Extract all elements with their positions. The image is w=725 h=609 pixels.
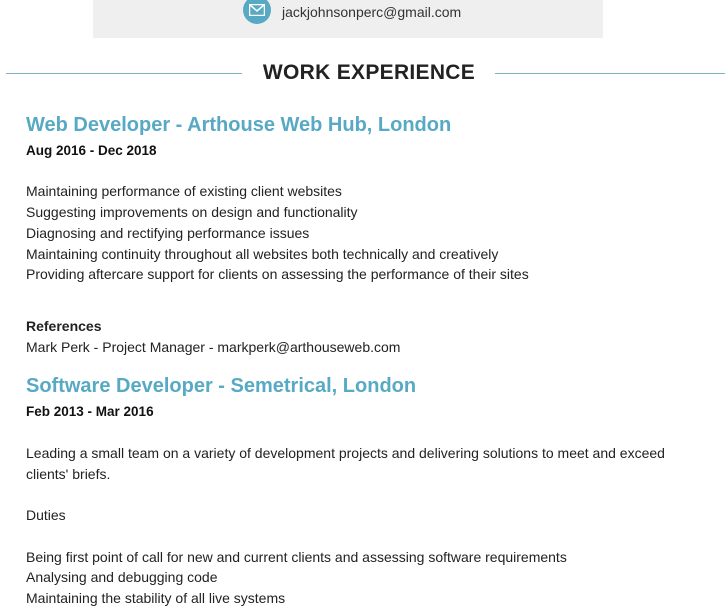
section-divider-left <box>6 73 242 74</box>
job-title: Software Developer - Semetrical, London <box>26 375 417 397</box>
duty-item: Maintaining the stability of all live sy… <box>26 590 286 606</box>
duty-item: Being first point of call for new and cu… <box>26 549 567 565</box>
contact-email[interactable]: jackjohnsonperc@gmail.com <box>282 4 461 20</box>
duty-item: Maintaining performance of existing clie… <box>26 183 342 199</box>
duty-item: Analysing and debugging code <box>26 569 218 585</box>
job-title: Web Developer - Arthouse Web Hub, London <box>26 114 452 136</box>
references-label: References <box>26 318 102 334</box>
duties-label: Duties <box>26 507 66 523</box>
reference-entry: Mark Perk - Project Manager - markperk@a… <box>26 339 401 355</box>
section-divider-right <box>495 73 725 74</box>
duty-item: Providing aftercare support for clients … <box>26 266 529 282</box>
duty-item: Maintaining continuity throughout all we… <box>26 246 499 262</box>
job-summary: clients' briefs. <box>26 466 111 482</box>
job-dates: Aug 2016 - Dec 2018 <box>26 143 157 158</box>
job-dates: Feb 2013 - Mar 2016 <box>26 404 154 419</box>
job-summary: Leading a small team on a variety of dev… <box>26 445 665 461</box>
section-title: WORK EXPERIENCE <box>262 61 476 84</box>
duty-item: Suggesting improvements on design and fu… <box>26 204 358 220</box>
duty-item: Diagnosing and rectifying performance is… <box>26 225 310 241</box>
